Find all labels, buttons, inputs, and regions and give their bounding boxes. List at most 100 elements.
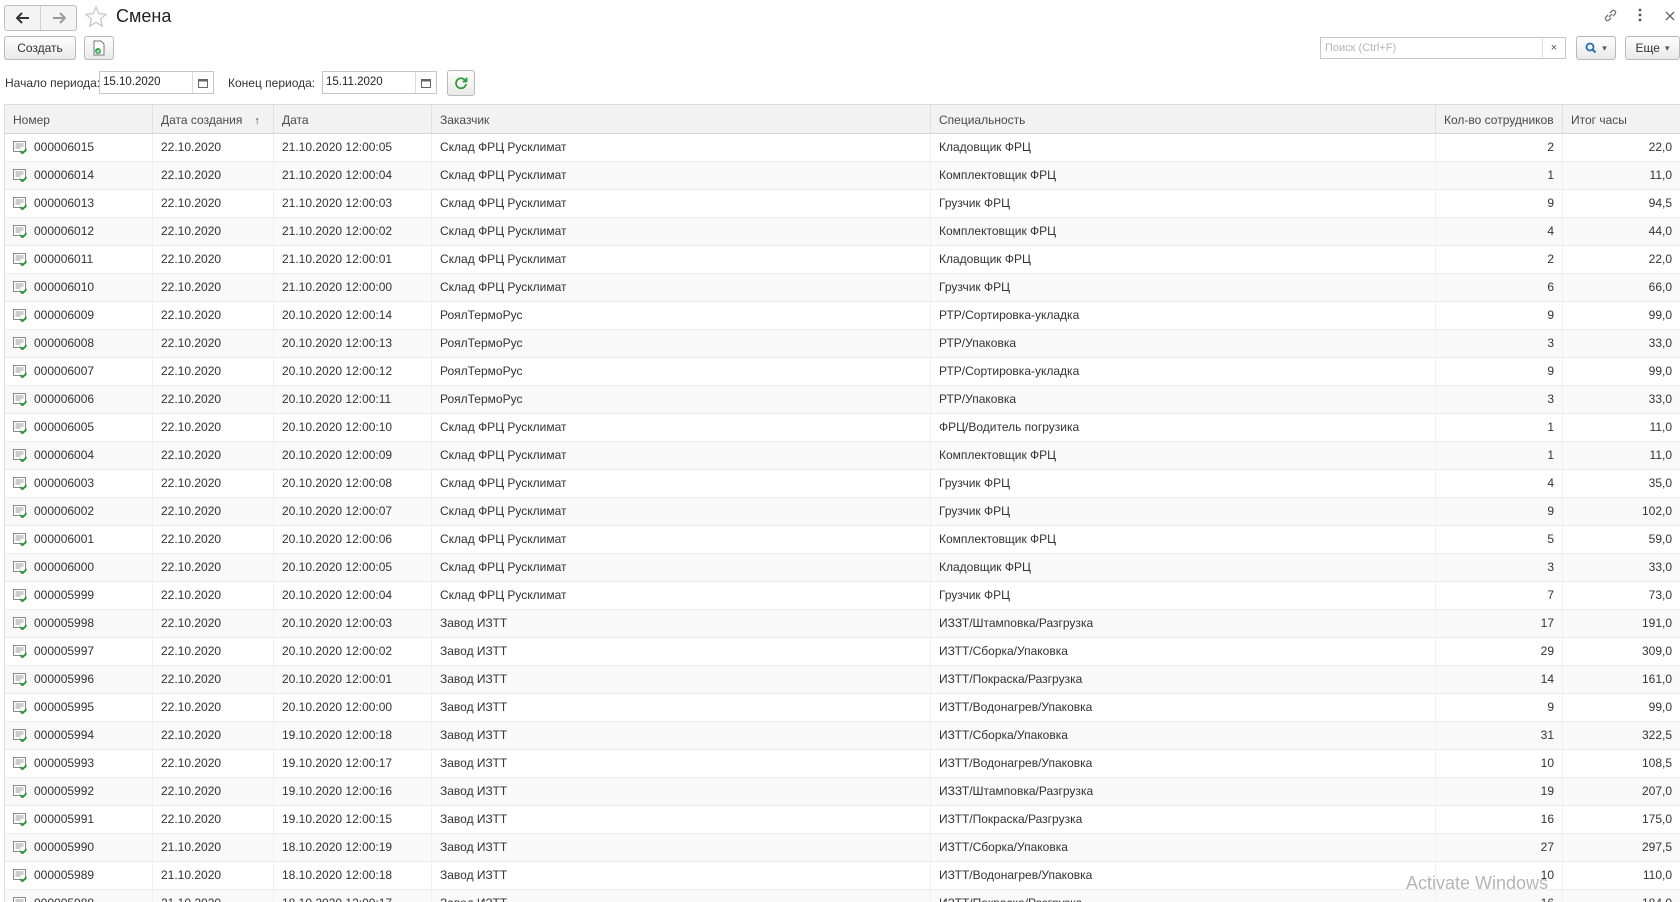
period-end-label: Конец периода: (228, 76, 315, 90)
cell-customer: Склад ФРЦ Русклимат (432, 190, 931, 217)
cell-customer: РоялТермоРус (432, 358, 931, 385)
more-menu-button[interactable] (1632, 8, 1648, 24)
column-date[interactable]: Дата (274, 105, 432, 133)
column-number[interactable]: Номер (5, 105, 153, 133)
document-number: 000005989 (34, 868, 94, 882)
column-total-hours[interactable]: Итог часы (1563, 105, 1680, 133)
cell-customer: Склад ФРЦ Русклимат (432, 246, 931, 273)
document-posted-icon (13, 280, 27, 294)
period-end-calendar-button[interactable] (415, 72, 436, 93)
back-button[interactable] (5, 6, 40, 30)
table-row[interactable]: 00000599822.10.202020.10.2020 12:00:03За… (5, 610, 1680, 638)
cell-employee-count: 3 (1436, 330, 1563, 357)
cell-date: 19.10.2020 12:00:17 (274, 750, 432, 777)
table-row[interactable]: 00000600422.10.202020.10.2020 12:00:09Ск… (5, 442, 1680, 470)
table-row[interactable]: 00000599122.10.202019.10.2020 12:00:15За… (5, 806, 1680, 834)
favorite-button[interactable] (84, 5, 108, 29)
cell-number: 000006011 (5, 246, 153, 273)
chevron-down-icon: ▾ (1665, 43, 1670, 54)
cell-date: 20.10.2020 12:00:11 (274, 386, 432, 413)
cell-number: 000005988 (5, 890, 153, 902)
table-row[interactable]: 00000599622.10.202020.10.2020 12:00:01За… (5, 666, 1680, 694)
table-row[interactable]: 00000600222.10.202020.10.2020 12:00:07Ск… (5, 498, 1680, 526)
period-start-calendar-button[interactable] (192, 72, 213, 93)
search-button[interactable]: ▾ (1576, 36, 1616, 60)
table-row[interactable]: 00000599021.10.202018.10.2020 12:00:19За… (5, 834, 1680, 862)
period-end-input[interactable]: 15.11.2020 (323, 72, 415, 93)
document-number: 000006011 (34, 252, 93, 266)
table-row[interactable]: 00000599322.10.202019.10.2020 12:00:17За… (5, 750, 1680, 778)
table-row[interactable]: 00000600622.10.202020.10.2020 12:00:11Ро… (5, 386, 1680, 414)
document-posted-icon (13, 616, 27, 630)
cell-number: 000005989 (5, 862, 153, 889)
column-specialty[interactable]: Специальность (931, 105, 1436, 133)
cell-total-hours: 11,0 (1563, 414, 1680, 441)
table-row[interactable]: 00000599422.10.202019.10.2020 12:00:18За… (5, 722, 1680, 750)
cell-customer: Склад ФРЦ Русклимат (432, 582, 931, 609)
table-row[interactable]: 00000601222.10.202021.10.2020 12:00:02Ск… (5, 218, 1680, 246)
document-number: 000006005 (34, 420, 94, 434)
table-row[interactable]: 00000600922.10.202020.10.2020 12:00:14Ро… (5, 302, 1680, 330)
table-row[interactable]: 00000600022.10.202020.10.2020 12:00:05Ск… (5, 554, 1680, 582)
report-button[interactable] (84, 36, 114, 60)
link-button[interactable] (1602, 8, 1618, 24)
cell-total-hours: 108,5 (1563, 750, 1680, 777)
search-input[interactable] (1321, 38, 1545, 58)
cell-number: 000006009 (5, 302, 153, 329)
cell-number: 000005995 (5, 694, 153, 721)
table-row[interactable]: 00000600122.10.202020.10.2020 12:00:06Ск… (5, 526, 1680, 554)
cell-total-hours: 297,5 (1563, 834, 1680, 861)
table-row[interactable]: 00000601122.10.202021.10.2020 12:00:01Ск… (5, 246, 1680, 274)
cell-total-hours: 22,0 (1563, 246, 1680, 273)
cell-employee-count: 1 (1436, 414, 1563, 441)
cell-created-date: 22.10.2020 (153, 358, 274, 385)
document-number: 000005988 (34, 896, 94, 902)
arrow-left-icon (16, 12, 30, 24)
create-button[interactable]: Создать (4, 36, 76, 60)
table-row[interactable]: 00000600822.10.202020.10.2020 12:00:13Ро… (5, 330, 1680, 358)
table-row[interactable]: 00000601422.10.202021.10.2020 12:00:04Ск… (5, 162, 1680, 190)
table-row[interactable]: 00000600522.10.202020.10.2020 12:00:10Ск… (5, 414, 1680, 442)
cell-created-date: 22.10.2020 (153, 134, 274, 161)
column-created-date[interactable]: Дата создания↑ (153, 105, 274, 133)
cell-created-date: 22.10.2020 (153, 554, 274, 581)
table-row[interactable]: 00000599222.10.202019.10.2020 12:00:16За… (5, 778, 1680, 806)
refresh-icon (454, 76, 468, 90)
cell-total-hours: 207,0 (1563, 778, 1680, 805)
table-header: Номер Дата создания↑ Дата Заказчик Специ… (5, 105, 1680, 134)
table-row[interactable]: 00000600722.10.202020.10.2020 12:00:12Ро… (5, 358, 1680, 386)
table-row[interactable]: 00000601022.10.202021.10.2020 12:00:00Ск… (5, 274, 1680, 302)
cell-employee-count: 5 (1436, 526, 1563, 553)
period-start-input[interactable]: 15.10.2020 (100, 72, 192, 93)
cell-specialty: ИЗТТ/Сборка/Упаковка (931, 722, 1436, 749)
cell-number: 000006007 (5, 358, 153, 385)
table-row[interactable]: 00000599522.10.202020.10.2020 12:00:00За… (5, 694, 1680, 722)
cell-total-hours: 35,0 (1563, 470, 1680, 497)
cell-total-hours: 102,0 (1563, 498, 1680, 525)
cell-employee-count: 10 (1436, 750, 1563, 777)
cell-specialty: Грузчик ФРЦ (931, 274, 1436, 301)
more-button[interactable]: Еще ▾ (1625, 36, 1680, 60)
document-number: 000006012 (34, 224, 94, 238)
table-row[interactable]: 00000599722.10.202020.10.2020 12:00:02За… (5, 638, 1680, 666)
cell-number: 000005999 (5, 582, 153, 609)
cell-customer: РоялТермоРус (432, 302, 931, 329)
column-customer[interactable]: Заказчик (432, 105, 931, 133)
vertical-dots-icon (1638, 8, 1642, 22)
table-row[interactable]: 00000599922.10.202020.10.2020 12:00:04Ск… (5, 582, 1680, 610)
column-employee-count[interactable]: Кол-во сотрудников (1436, 105, 1563, 133)
navigation-group (4, 5, 77, 31)
cell-specialty: Кладовщик ФРЦ (931, 246, 1436, 273)
refresh-button[interactable] (447, 70, 475, 96)
cell-total-hours: 99,0 (1563, 694, 1680, 721)
forward-button[interactable] (40, 6, 76, 30)
table-row[interactable]: 00000601322.10.202021.10.2020 12:00:03Ск… (5, 190, 1680, 218)
table-row[interactable]: 00000600322.10.202020.10.2020 12:00:08Ск… (5, 470, 1680, 498)
table-row[interactable]: 00000601522.10.202021.10.2020 12:00:05Ск… (5, 134, 1680, 162)
cell-created-date: 21.10.2020 (153, 890, 274, 902)
cell-number: 000005996 (5, 666, 153, 693)
close-button[interactable] (1662, 8, 1678, 24)
arrow-right-icon (52, 12, 66, 24)
cell-specialty: РТР/Упаковка (931, 330, 1436, 357)
search-clear-button[interactable]: × (1542, 38, 1565, 58)
